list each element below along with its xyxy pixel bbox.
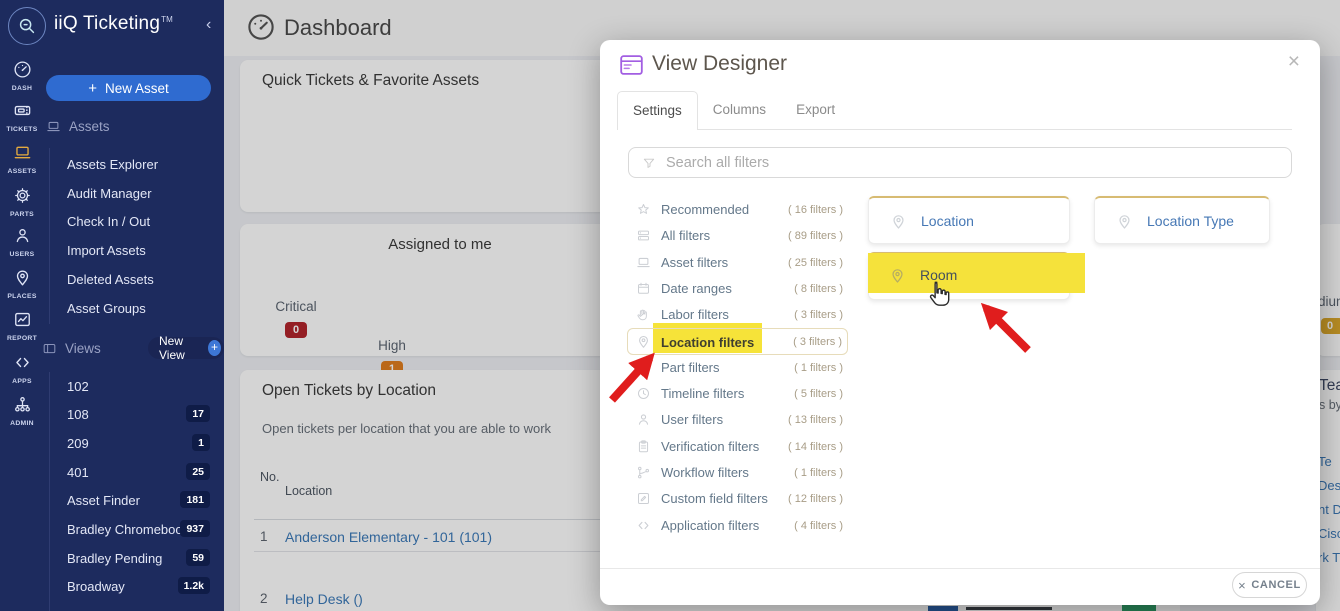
- laptop-icon: [46, 119, 61, 134]
- section-divider: [49, 372, 50, 611]
- pin-icon: [13, 268, 32, 287]
- rail-item-dash[interactable]: DASH: [0, 60, 44, 92]
- rail-item-users[interactable]: USERS: [0, 226, 44, 258]
- user-icon: [13, 226, 32, 245]
- rail-item-parts[interactable]: PARTS: [0, 186, 44, 218]
- new-view-button[interactable]: New View+: [148, 337, 224, 359]
- layers-icon: [636, 228, 651, 243]
- funnel-icon: [642, 156, 656, 170]
- user-icon: [636, 412, 651, 427]
- view-item-102[interactable]: 102: [67, 378, 212, 397]
- pin-icon: [636, 334, 651, 349]
- view-item-108[interactable]: 10817: [67, 406, 212, 425]
- ticket-icon: [13, 101, 32, 120]
- branch-icon: [636, 465, 651, 480]
- app-logo-icon: [8, 7, 46, 45]
- new-asset-button[interactable]: +New Asset: [46, 75, 211, 101]
- footer-divider: [600, 568, 1320, 569]
- filter-group-custom-field[interactable]: Custom field filters( 12 filters ): [628, 486, 848, 512]
- rail-item-admin[interactable]: ADMIN: [0, 395, 44, 427]
- rail-item-report[interactable]: REPORT: [0, 310, 44, 342]
- view-designer-icon: [620, 55, 643, 76]
- view-item-401[interactable]: 40125: [67, 464, 212, 483]
- sidebar-item-assets-explorer[interactable]: Assets Explorer: [67, 157, 158, 172]
- rail-item-tickets[interactable]: TICKETS: [0, 101, 44, 133]
- filter-group-all[interactable]: All filters( 89 filters ): [628, 223, 848, 249]
- room-card-highlight: [868, 253, 1085, 293]
- filter-group-recommended[interactable]: Recommended( 16 filters ): [628, 197, 848, 223]
- count-badge: 17: [186, 405, 210, 422]
- laptop-icon: [636, 255, 651, 270]
- count-badge: 59: [186, 549, 210, 566]
- gear-icon: [636, 360, 651, 375]
- filter-group-date-ranges[interactable]: Date ranges( 8 filters ): [628, 276, 848, 302]
- tab-settings[interactable]: Settings: [617, 91, 698, 130]
- view-item-asset-finder[interactable]: Asset Finder181: [67, 492, 212, 511]
- rail-item-assets[interactable]: ASSETS: [0, 143, 44, 175]
- views-section-header: Views: [42, 341, 101, 356]
- rail-item-apps[interactable]: APPS: [0, 353, 44, 385]
- plus-icon: +: [208, 340, 221, 356]
- dashboard-icon: [13, 60, 32, 79]
- assets-section-header: Assets: [46, 119, 110, 134]
- pin-icon: [890, 213, 907, 230]
- filter-group-user[interactable]: User filters( 13 filters ): [628, 407, 848, 433]
- filter-search[interactable]: [628, 147, 1292, 178]
- filter-group-location[interactable]: Location filters( 3 filters ): [627, 328, 848, 355]
- gear-icon: [13, 186, 32, 205]
- modal-title: View Designer: [652, 52, 787, 76]
- section-divider: [49, 148, 50, 324]
- tab-export[interactable]: Export: [781, 91, 850, 130]
- close-icon: ×: [1238, 578, 1246, 593]
- filter-group-application[interactable]: Application filters( 4 filters ): [628, 513, 848, 539]
- view-item-209[interactable]: 2091: [67, 435, 212, 454]
- chart-icon: [13, 310, 32, 329]
- filter-group-workflow[interactable]: Workflow filters( 1 filters ): [628, 460, 848, 486]
- tab-columns[interactable]: Columns: [698, 91, 781, 130]
- filter-card-location-type[interactable]: Location Type: [1094, 196, 1270, 244]
- view-item-bradley-chromebooks[interactable]: Bradley Chromebooks937: [67, 521, 212, 540]
- view-designer-modal: View Designer × Settings Columns Export …: [600, 40, 1320, 605]
- sidebar-item-asset-groups[interactable]: Asset Groups: [67, 301, 146, 316]
- count-badge: 25: [186, 463, 210, 480]
- laptop-icon: [13, 143, 32, 162]
- sidebar-item-audit-manager[interactable]: Audit Manager: [67, 186, 152, 201]
- pin-icon: [1116, 213, 1133, 230]
- close-icon[interactable]: ×: [1288, 50, 1300, 74]
- count-badge: 181: [180, 491, 210, 508]
- view-item-bradley-pending[interactable]: Bradley Pending59: [67, 550, 212, 569]
- count-badge: 937: [180, 520, 210, 537]
- view-item-broadway[interactable]: Broadway1.2k: [67, 578, 212, 597]
- hand-icon: [636, 307, 651, 322]
- search-input[interactable]: [666, 155, 1291, 171]
- filter-group-part[interactable]: Part filters( 1 filters ): [628, 355, 848, 381]
- clock-icon: [636, 386, 651, 401]
- rail-item-places[interactable]: PLACES: [0, 268, 44, 300]
- trademark-label: TM: [161, 15, 173, 24]
- cancel-button[interactable]: ×CANCEL: [1232, 572, 1307, 598]
- count-badge: 1: [192, 434, 210, 451]
- org-icon: [13, 395, 32, 414]
- filter-group-verification[interactable]: Verification filters( 14 filters ): [628, 434, 848, 460]
- count-badge: 1.2k: [178, 577, 210, 594]
- filter-group-asset[interactable]: Asset filters( 25 filters ): [628, 250, 848, 276]
- sidebar-collapse-icon[interactable]: ‹: [206, 16, 211, 34]
- filter-group-timeline[interactable]: Timeline filters( 5 filters ): [628, 381, 848, 407]
- star-icon: [636, 202, 651, 217]
- app-root: iiQ TicketingTM ‹ DASH TICKETS ASSETS PA…: [0, 0, 1340, 611]
- code-icon: [13, 353, 32, 372]
- sidebar: iiQ TicketingTM ‹ DASH TICKETS ASSETS PA…: [0, 0, 224, 611]
- window-icon: [42, 341, 57, 356]
- pencil-icon: [636, 491, 651, 506]
- app-brand: iiQ TicketingTM: [54, 13, 173, 35]
- sidebar-item-check-in-out[interactable]: Check In / Out: [67, 214, 150, 229]
- code-icon: [636, 518, 651, 533]
- filter-card-location[interactable]: Location: [868, 196, 1070, 244]
- sidebar-item-deleted-assets[interactable]: Deleted Assets: [67, 272, 154, 287]
- calendar-icon: [636, 281, 651, 296]
- sidebar-item-import-assets[interactable]: Import Assets: [67, 243, 146, 258]
- clipboard-icon: [636, 439, 651, 454]
- tab-bar: Settings Columns Export: [617, 91, 850, 130]
- plus-icon: +: [88, 80, 97, 97]
